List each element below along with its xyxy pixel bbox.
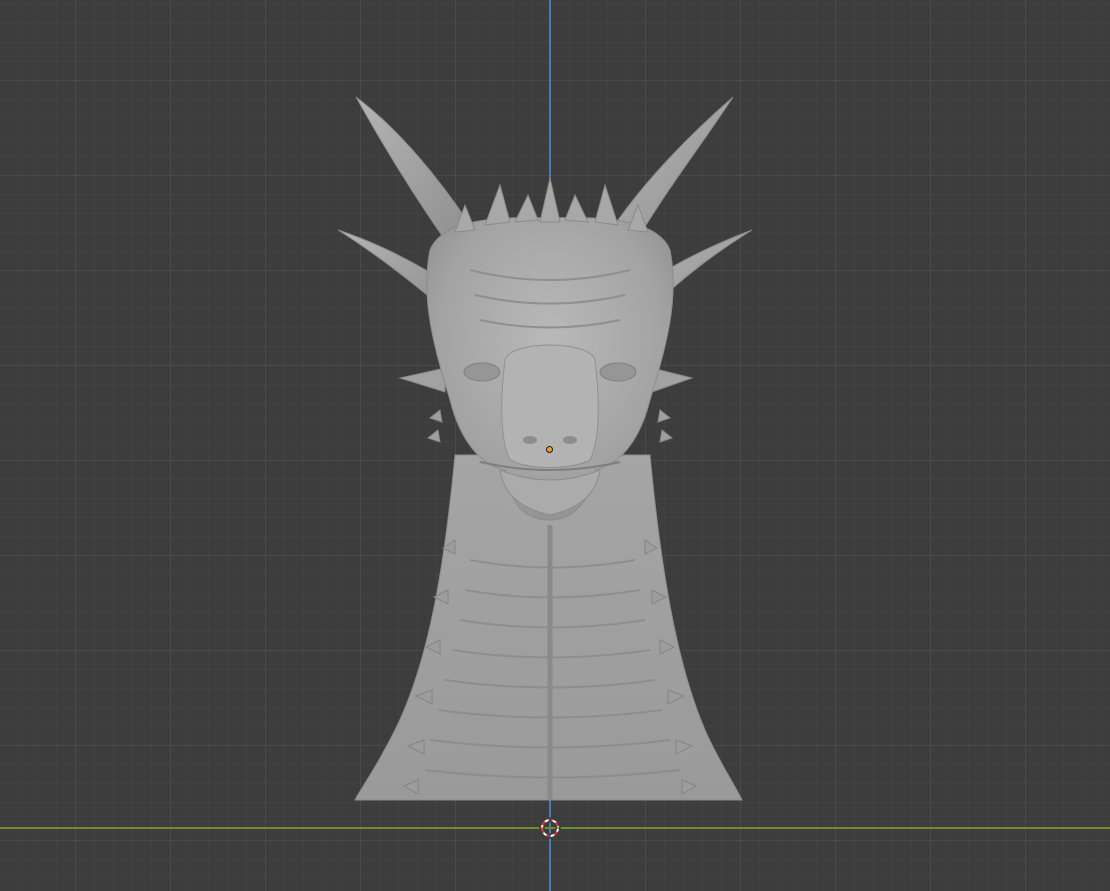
left-nostril <box>523 436 537 444</box>
left-cheek-spike <box>398 367 446 393</box>
object-origin-point[interactable] <box>546 446 553 453</box>
left-horn <box>355 96 471 241</box>
dragon-head-sculpt[interactable] <box>0 0 1110 891</box>
3d-viewport[interactable] <box>0 0 1110 891</box>
left-eye <box>463 362 501 382</box>
3d-cursor-icon[interactable] <box>539 817 561 839</box>
right-nostril <box>563 436 577 444</box>
right-eye <box>599 362 637 382</box>
